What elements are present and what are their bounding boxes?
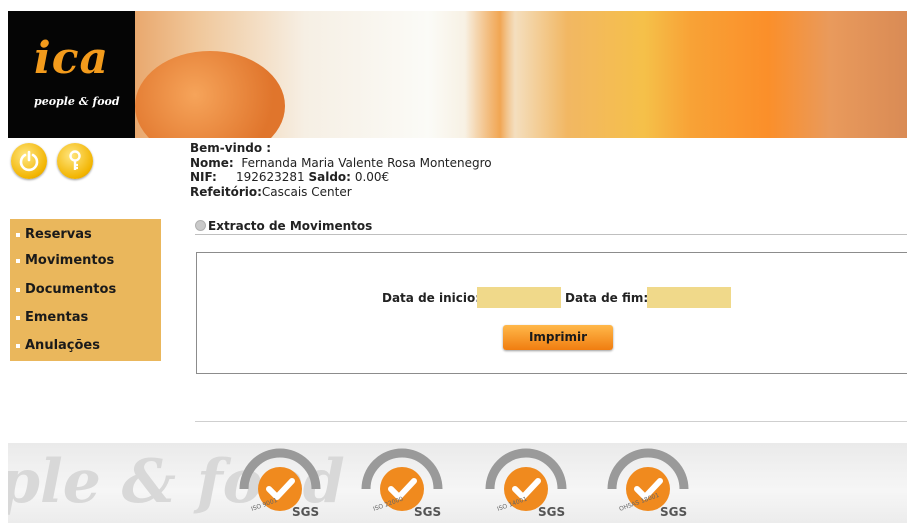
header-banner: ica people & food	[8, 11, 907, 138]
juice-splash	[465, 11, 515, 138]
nif-value: 192623281	[235, 170, 305, 184]
sgs-cert-badge: ISO 22000 SGS	[358, 445, 448, 520]
welcome-panel: Bem-vindo : Nome: Fernanda Maria Valente…	[190, 141, 492, 199]
name-label: Nome:	[190, 155, 234, 170]
bullet-circle-icon	[195, 220, 206, 231]
menu-item-label: Anulações	[25, 338, 100, 353]
bullet-icon	[16, 343, 20, 348]
end-date-label: Data de fim:	[565, 291, 649, 305]
date-form-box	[196, 252, 907, 374]
bullet-icon	[16, 287, 20, 292]
bullet-icon	[16, 232, 20, 237]
nif-label: NIF:	[190, 170, 217, 184]
saldo-label: Saldo:	[308, 170, 351, 184]
banner-photo	[135, 11, 907, 138]
welcome-greeting: Bem-vindo :	[190, 141, 272, 155]
power-icon[interactable]	[11, 143, 47, 179]
section-divider	[195, 234, 907, 235]
menu-item-movimentos[interactable]: Movimentos	[16, 253, 114, 268]
menu-item-anulacoes[interactable]: Anulações	[16, 338, 100, 353]
refeitorio-value: Cascais Center	[261, 184, 352, 199]
ica-logo: ica people & food	[8, 11, 135, 138]
bullet-icon	[16, 315, 20, 320]
sgs-label: SGS	[292, 505, 319, 519]
logo-word: ica	[34, 33, 110, 84]
menu-item-ementas[interactable]: Ementas	[16, 310, 88, 325]
footer: ple & food ISO 9001 SGS ISO 22000 SGS IS…	[8, 443, 907, 523]
menu-item-label: Ementas	[25, 310, 89, 325]
refeitorio-label: Refeitório:	[190, 184, 262, 199]
section-title: Extracto de Movimentos	[195, 219, 372, 233]
logo-tagline: people & food	[34, 95, 120, 108]
start-date-input[interactable]	[477, 287, 561, 308]
start-date-label: Data de inicio:	[382, 291, 481, 305]
menu-item-documentos[interactable]: Documentos	[16, 282, 116, 297]
name-value: Fernanda Maria Valente Rosa Montenegro	[241, 155, 492, 170]
menu-item-label: Documentos	[25, 282, 117, 297]
orange-splash	[135, 51, 285, 138]
sgs-label: SGS	[538, 505, 565, 519]
end-date-input[interactable]	[647, 287, 731, 308]
print-button[interactable]: Imprimir	[503, 325, 613, 350]
bullet-icon	[16, 258, 20, 263]
sgs-label: SGS	[414, 505, 441, 519]
saldo-value: 0.00€	[354, 170, 390, 184]
sgs-cert-badge: ISO 14001 SGS	[482, 445, 572, 520]
menu-item-reservas[interactable]: Reservas	[16, 227, 92, 242]
sgs-label: SGS	[660, 505, 687, 519]
sidebar-menu: Reservas Movimentos Documentos Ementas A…	[10, 219, 161, 361]
sgs-cert-badge: ISO 9001 SGS	[236, 445, 326, 520]
section-title-text: Extracto de Movimentos	[208, 219, 373, 233]
key-icon[interactable]	[57, 143, 93, 179]
menu-item-label: Movimentos	[25, 253, 115, 268]
menu-item-label: Reservas	[25, 227, 92, 242]
content-divider	[195, 421, 907, 422]
sgs-cert-badge: OHSAS 18001 SGS	[604, 445, 694, 520]
